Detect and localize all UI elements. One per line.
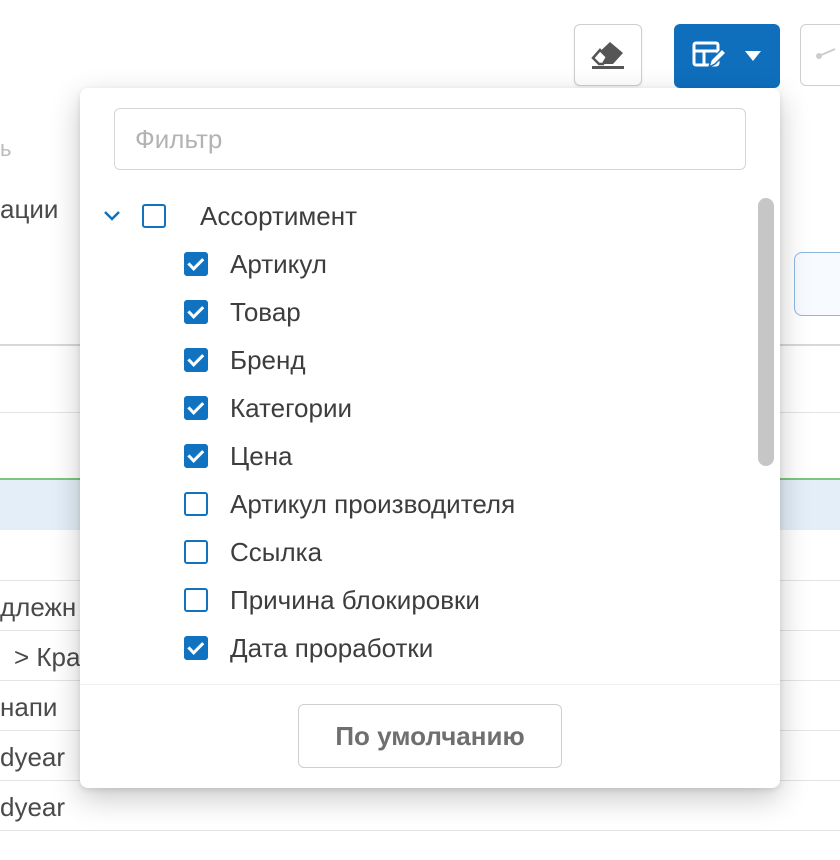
- clear-filters-button[interactable]: [574, 24, 642, 86]
- divider: [80, 684, 780, 685]
- column-visibility-dropdown: Ассортимент Артикул Товар Бренд Категори…: [80, 88, 780, 788]
- column-item-label: Артикул производителя: [230, 488, 516, 519]
- column-checkbox[interactable]: [184, 636, 208, 660]
- caret-down-icon: [745, 51, 761, 61]
- column-checkbox[interactable]: [184, 348, 208, 372]
- eraser-icon: [591, 42, 624, 69]
- column-checkbox[interactable]: [184, 588, 208, 612]
- column-tree: Ассортимент Артикул Товар Бренд Категори…: [80, 190, 750, 684]
- column-checkbox[interactable]: [184, 252, 208, 276]
- bg-text-fragment: напи: [0, 692, 58, 722]
- group-checkbox[interactable]: [142, 204, 166, 228]
- bg-text-fragment: ации: [0, 194, 59, 224]
- column-checkbox[interactable]: [184, 492, 208, 516]
- column-item-label: Причина блокировки: [230, 584, 480, 615]
- reset-default-button[interactable]: По умолчанию: [298, 704, 562, 768]
- column-item-product[interactable]: Товар: [184, 292, 301, 332]
- table-edit-icon: [692, 41, 726, 69]
- filter-input[interactable]: [114, 108, 746, 170]
- share-button[interactable]: [800, 24, 840, 86]
- column-item-label: Категории: [230, 392, 352, 423]
- scrollbar-thumb[interactable]: [758, 198, 774, 466]
- column-item-label: Бренд: [230, 344, 306, 375]
- column-item-price[interactable]: Цена: [184, 436, 293, 476]
- column-item-article[interactable]: Артикул: [184, 244, 327, 284]
- divider: [0, 830, 840, 831]
- column-item-brand[interactable]: Бренд: [184, 340, 306, 380]
- column-checkbox[interactable]: [184, 540, 208, 564]
- column-item-label: Товар: [230, 296, 301, 327]
- column-checkbox[interactable]: [184, 444, 208, 468]
- chevron-down-icon[interactable]: [100, 204, 124, 228]
- column-checkbox[interactable]: [184, 300, 208, 324]
- bg-text-fragment: > Кра: [14, 642, 81, 672]
- column-item-categories[interactable]: Категории: [184, 388, 352, 428]
- column-item-link[interactable]: Ссылка: [184, 532, 322, 572]
- column-item-manufacturer-article[interactable]: Артикул производителя: [184, 484, 515, 524]
- bg-text-fragment: dyear: [0, 792, 66, 822]
- tree-group-label: Ассортимент: [200, 200, 358, 231]
- columns-settings-button[interactable]: [674, 24, 780, 88]
- column-item-label: Дата проработки: [230, 632, 434, 663]
- column-item-label: Артикул: [230, 248, 327, 279]
- bg-text-fragment: ь: [0, 136, 12, 161]
- column-checkbox[interactable]: [184, 396, 208, 420]
- tree-group-assortment[interactable]: Ассортимент: [100, 196, 357, 236]
- bg-text-fragment: dyear: [0, 742, 66, 772]
- bg-toggle-button[interactable]: [794, 252, 840, 316]
- share-icon: [816, 48, 836, 59]
- column-item-label: Цена: [230, 440, 293, 471]
- tree-group-next[interactable]: [140, 676, 164, 684]
- bg-text-fragment: длежн: [0, 592, 77, 622]
- column-item-block-reason[interactable]: Причина блокировки: [184, 580, 480, 620]
- column-item-processing-date[interactable]: Дата проработки: [184, 628, 433, 668]
- column-item-label: Ссылка: [230, 536, 323, 567]
